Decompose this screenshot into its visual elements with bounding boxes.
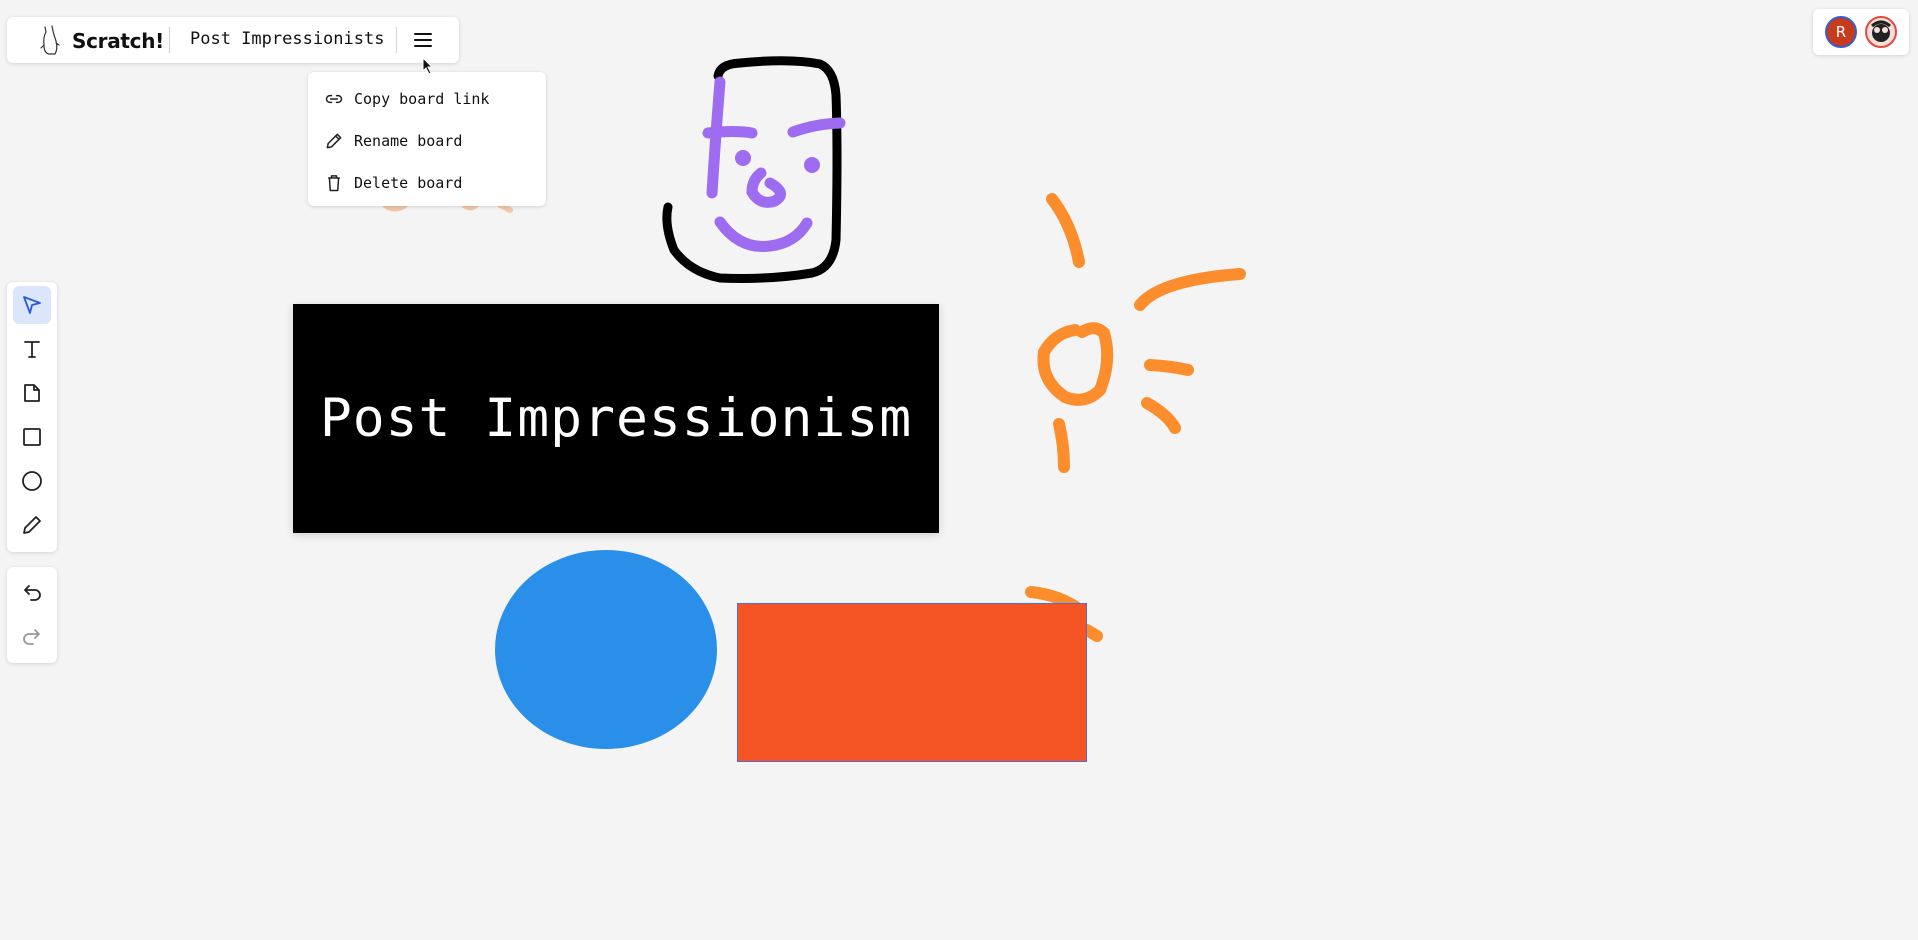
menu-button[interactable] xyxy=(411,28,435,52)
board-menu: Copy board link Rename board Delete boar… xyxy=(308,72,546,206)
avatar-initial: R xyxy=(1835,23,1847,41)
app-name[interactable]: Scratch! xyxy=(72,29,164,53)
menu-item-label: Copy board link xyxy=(354,90,490,108)
menu-item-copy-link[interactable]: Copy board link xyxy=(308,78,546,120)
menu-item-label: Delete board xyxy=(354,174,463,192)
avatar[interactable] xyxy=(1865,16,1897,48)
pencil-tool[interactable] xyxy=(13,506,51,544)
redo-button[interactable] xyxy=(13,618,51,656)
header-divider xyxy=(396,27,397,53)
logo-icon xyxy=(40,25,60,55)
circle-icon xyxy=(22,471,42,491)
history-toolbar xyxy=(7,567,57,663)
pencil-icon xyxy=(326,133,342,149)
header-divider xyxy=(169,27,170,53)
freehand-drawings[interactable] xyxy=(0,0,1918,940)
menu-item-delete[interactable]: Delete board xyxy=(308,162,546,204)
text-icon xyxy=(24,341,40,358)
orange-sun-drawing[interactable] xyxy=(1025,193,1246,642)
purple-eyes xyxy=(735,150,820,173)
ellipse-tool[interactable] xyxy=(13,462,51,500)
trash-icon xyxy=(328,175,340,192)
mouse-cursor xyxy=(422,57,434,75)
link-icon xyxy=(325,94,343,104)
blue-ellipse[interactable] xyxy=(495,550,717,749)
menu-item-label: Rename board xyxy=(354,132,463,150)
board-title[interactable]: Post Impressionists xyxy=(190,29,384,49)
collaborators-panel: R xyxy=(1813,9,1909,55)
purple-face-details[interactable] xyxy=(702,76,846,252)
sticky-note-tool[interactable] xyxy=(13,374,51,412)
pointer-icon xyxy=(23,296,41,314)
hamburger-icon xyxy=(414,33,432,47)
orange-rectangle[interactable] xyxy=(737,603,1087,762)
tools-toolbar xyxy=(7,282,57,552)
text-tool[interactable] xyxy=(13,330,51,368)
menu-item-rename[interactable]: Rename board xyxy=(308,120,546,162)
select-tool[interactable] xyxy=(13,286,51,324)
redo-icon xyxy=(23,629,40,645)
rectangle-tool[interactable] xyxy=(13,418,51,456)
undo-button[interactable] xyxy=(13,574,51,612)
square-icon xyxy=(23,428,41,446)
header-bar: Scratch! Post Impressionists xyxy=(7,17,459,63)
avatar-image-icon xyxy=(1871,20,1891,42)
pencil-icon xyxy=(23,516,41,534)
sticky-note-icon xyxy=(24,384,40,402)
avatar[interactable]: R xyxy=(1825,16,1857,48)
undo-icon xyxy=(24,585,41,601)
title-text-box[interactable]: Post Impressionism xyxy=(293,304,939,533)
title-text: Post Impressionism xyxy=(319,388,913,449)
